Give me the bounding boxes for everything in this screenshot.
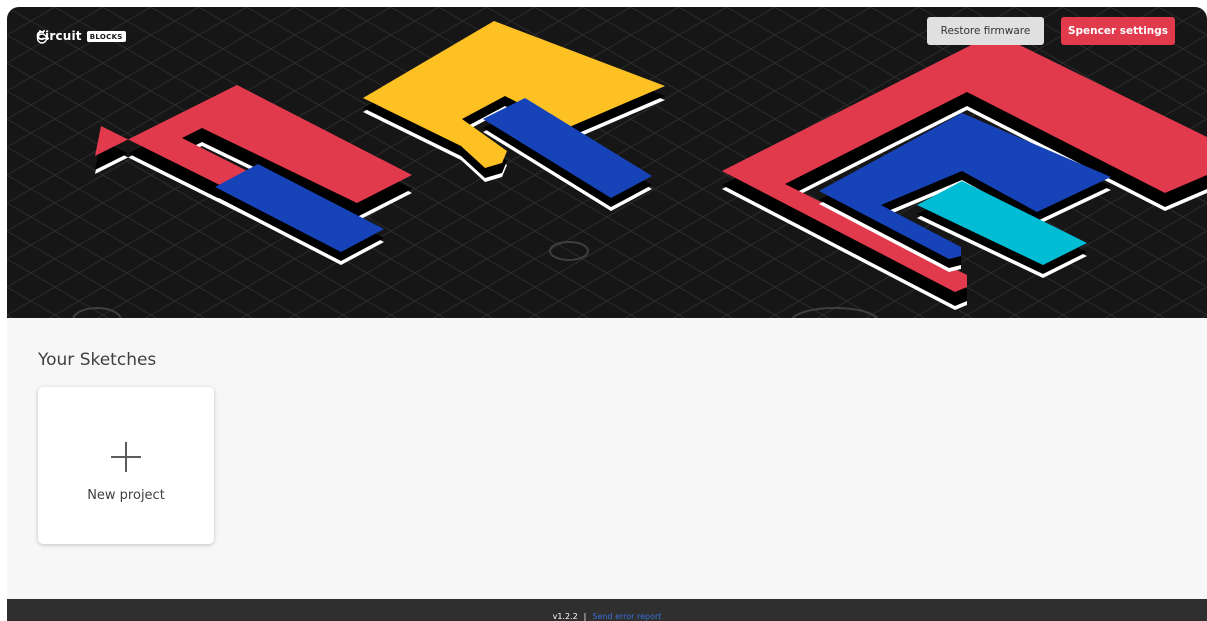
brand-badge: BLOCKS [86, 30, 126, 42]
hero-banner: Circuit BLOCKS Restore firmware Spencer … [7, 7, 1207, 318]
circuit-logo-icon [36, 30, 49, 44]
new-project-label: New project [87, 488, 165, 503]
section-title: Your Sketches [38, 350, 157, 370]
footer: v1.2.2 | Send error report [7, 599, 1207, 621]
app-window: Circuit BLOCKS Restore firmware Spencer … [7, 7, 1207, 621]
version-label: v1.2.2 [552, 612, 578, 621]
spencer-settings-button[interactable]: Spencer settings [1061, 17, 1175, 45]
brand-logo[interactable]: Circuit BLOCKS [36, 29, 126, 44]
plus-icon [109, 440, 143, 474]
hero-illustration [7, 7, 1207, 318]
new-project-card[interactable]: New project [38, 387, 214, 544]
footer-separator: | [583, 612, 587, 621]
send-error-report-link[interactable]: Send error report [592, 612, 661, 621]
restore-firmware-button[interactable]: Restore firmware [927, 17, 1044, 45]
